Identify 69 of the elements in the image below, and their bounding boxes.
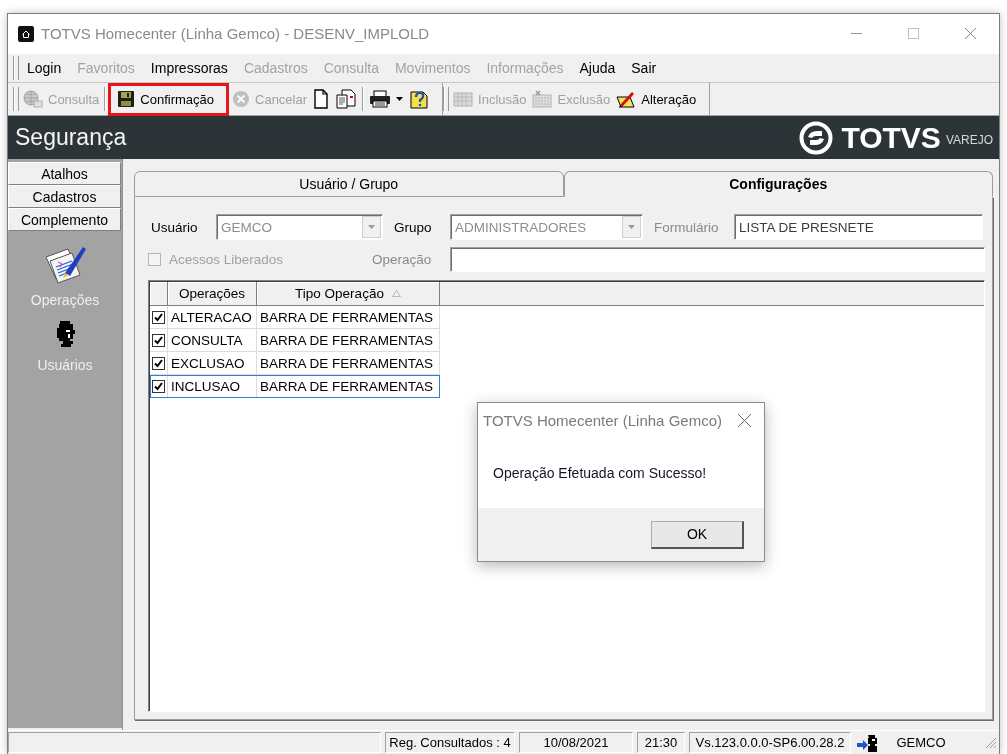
dialog-message: Operação Efetuada com Sucesso! [493, 464, 707, 481]
text-field[interactable]: LISTA DE PRESNETE [734, 214, 983, 240]
sidebar-section[interactable]: Cadastros [8, 185, 121, 208]
field-label: Operação [372, 252, 433, 267]
page-title: Segurança [15, 124, 128, 151]
caret-icon [396, 97, 404, 101]
table-cell: INCLUSAO [168, 375, 257, 397]
tab[interactable]: Configurações [563, 171, 993, 197]
help-icon [409, 89, 430, 109]
checkbox[interactable] [152, 310, 165, 324]
field-label: Grupo [394, 219, 433, 235]
checkbox[interactable] [152, 333, 165, 347]
checkbox[interactable] [152, 379, 165, 393]
table-row[interactable]: CONSULTA BARRA DE FERRAMENTAS [150, 329, 440, 352]
menu-item[interactable]: Ajuda [571, 56, 624, 80]
status-panel: 21:30 [637, 732, 685, 753]
document-stack-icon [335, 89, 358, 109]
minimize-icon [851, 33, 862, 34]
resize-grip-icon [985, 736, 997, 749]
notepad-pencil-icon [616, 90, 637, 108]
globe-icon [23, 90, 43, 108]
checkbox[interactable] [152, 356, 165, 370]
user-arrow-icon [856, 732, 878, 753]
close-icon [737, 413, 751, 427]
table-cell: CONSULTA [168, 329, 257, 351]
printer-icon [369, 90, 392, 108]
table-row[interactable]: INCLUSAO BARRA DE FERRAMENTAS [150, 375, 440, 398]
table-cell: EXCLUSAO [168, 352, 257, 374]
table-cell: BARRA DE FERRAMENTAS [257, 352, 440, 374]
close-icon [965, 28, 976, 39]
tab[interactable]: Usuário / Grupo [134, 171, 564, 197]
checkbox-label: Acessos Liberados [169, 252, 284, 267]
app-icon [18, 25, 34, 42]
menu-item[interactable]: Impressoras [142, 56, 236, 80]
window-title: TOTVS Homecenter (Linha Gemco) - DESENV_IMPLOLD [41, 25, 431, 42]
column-header[interactable]: Operações [168, 282, 257, 305]
field-label: Usuário [151, 219, 199, 235]
maximize-icon [908, 28, 919, 39]
save-icon [117, 90, 136, 108]
sidebar-section[interactable]: Atalhos [8, 162, 121, 185]
dialog-button[interactable]: OK [651, 520, 744, 549]
menu-item[interactable]: Sair [623, 56, 665, 80]
dialog-title: TOTVS Homecenter (Linha Gemco) [483, 411, 723, 429]
caret-icon [368, 225, 375, 229]
table-cell: BARRA DE FERRAMENTAS [257, 375, 440, 397]
sidebar-section[interactable]: Complemento [8, 208, 121, 231]
status-text: GEMCO [895, 735, 947, 750]
logo-text: TOTVS [841, 122, 941, 153]
table-cell: BARRA DE FERRAMENTAS [257, 329, 440, 351]
table-row[interactable]: EXCLUSAO BARRA DE FERRAMENTAS [150, 352, 440, 375]
table-cell: BARRA DE FERRAMENTAS [257, 306, 440, 328]
document-icon [313, 89, 330, 109]
keyboard-icon [532, 90, 553, 108]
status-panel: 10/08/2021 [519, 732, 633, 753]
field-label: Formulário [654, 219, 720, 235]
logo-tagline: VAREJO [945, 133, 993, 147]
text-field[interactable] [450, 247, 985, 272]
logo-icon [799, 120, 834, 155]
status-panel: Vs.123.0.0.0-SP6.00.28.2 [689, 732, 851, 753]
caret-icon [628, 225, 635, 229]
sort-arrow-icon [391, 290, 401, 297]
grid-icon [453, 90, 474, 108]
toolbar-button[interactable]: Alteração [613, 84, 700, 114]
status-panel: Reg. Consultados : 4 [385, 732, 515, 753]
cancel-icon [232, 90, 250, 108]
table-cell: ALTERACAO [168, 306, 257, 328]
menu-item[interactable]: Login [19, 56, 70, 80]
table-row[interactable]: ALTERACAO BARRA DE FERRAMENTAS [150, 306, 440, 329]
column-header[interactable]: Tipo Operação [257, 282, 440, 305]
